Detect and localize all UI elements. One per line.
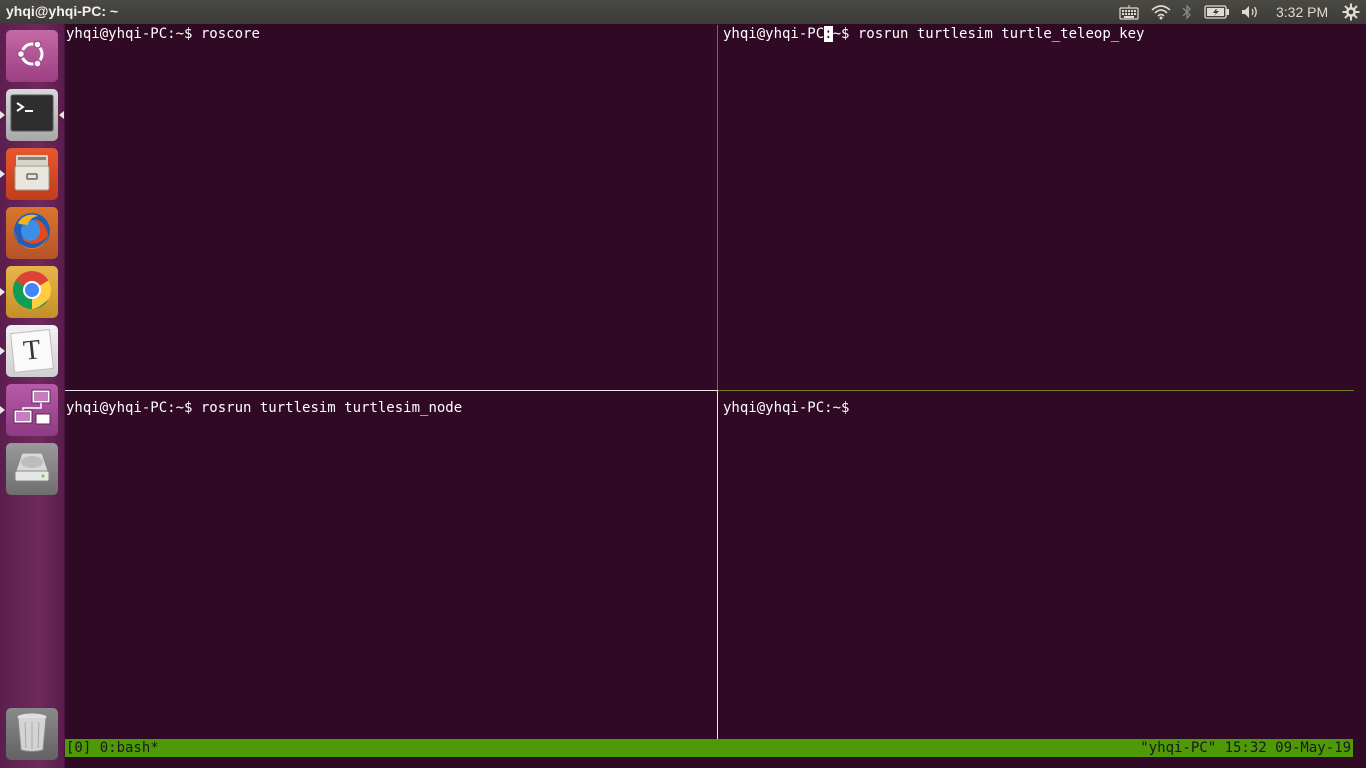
terminal-pane-empty[interactable]: yhqi@yhqi-PC:~$ [723, 399, 849, 417]
text-editor-icon: T [10, 329, 54, 373]
pane-divider-vertical-top[interactable] [717, 25, 718, 390]
prompt: yhqi@yhqi-PC [723, 26, 825, 42]
launcher-item-chrome[interactable] [6, 266, 58, 318]
focused-indicator [59, 111, 64, 119]
running-indicator [0, 406, 5, 414]
prompt: ~$ [832, 26, 850, 42]
ubuntu-logo-icon [12, 34, 52, 79]
top-panel: yhqi@yhqi-PC: ~ 3:32 PM [0, 0, 1366, 24]
launcher: T [0, 24, 65, 768]
hard-disk-icon [10, 447, 54, 492]
tmux-status-right: "yhqi-PC" 15:32 09-May-19 [1140, 740, 1351, 756]
pane-divider-horizontal-left[interactable] [65, 390, 718, 391]
prompt: yhqi@yhqi-PC:~$ [66, 26, 193, 42]
terminal-icon [10, 94, 54, 137]
running-indicator [0, 111, 5, 119]
launcher-item-remote-desktop[interactable] [6, 384, 58, 436]
terminal-pane-turtlesim[interactable]: yhqi@yhqi-PC:~$ rosrun turtlesim turtles… [66, 399, 462, 417]
launcher-item-terminal[interactable] [6, 89, 58, 141]
pane-divider-vertical-bottom[interactable] [717, 391, 718, 739]
running-indicator [0, 347, 5, 355]
tmux-window-list[interactable]: [0] 0:bash* [66, 739, 159, 757]
command: rosrun turtlesim turtlesim_node [192, 400, 463, 416]
terminal-pane-roscore[interactable]: yhqi@yhqi-PC:~$ roscore [66, 25, 260, 43]
launcher-item-text-editor[interactable]: T [6, 325, 58, 377]
launcher-item-dash[interactable] [6, 30, 58, 82]
window-title: yhqi@yhqi-PC: ~ [6, 3, 119, 19]
launcher-item-firefox[interactable] [6, 207, 58, 259]
file-cabinet-icon [12, 152, 52, 197]
battery-icon[interactable] [1203, 0, 1231, 24]
volume-icon[interactable] [1239, 0, 1261, 24]
text-cursor: : [824, 26, 833, 42]
terminal-pane-teleop[interactable]: yhqi@yhqi-PC:~$ rosrun turtlesim turtle_… [723, 25, 1144, 43]
pane-divider-horizontal-right[interactable] [718, 390, 1354, 391]
network-computers-icon [10, 386, 54, 435]
launcher-item-files[interactable] [6, 148, 58, 200]
command: rosrun turtlesim turtle_teleop_key [849, 26, 1145, 42]
clock[interactable]: 3:32 PM [1276, 4, 1328, 20]
chrome-icon [10, 268, 54, 317]
running-indicator [0, 288, 5, 296]
gear-icon[interactable] [1340, 0, 1362, 24]
tmux-status-bar: [0] 0:bash* "yhqi-PC" 15:32 09-May-19 [65, 739, 1353, 757]
wifi-icon[interactable] [1150, 0, 1172, 24]
bluetooth-icon[interactable] [1180, 0, 1194, 24]
prompt: yhqi@yhqi-PC:~$ [723, 400, 850, 416]
launcher-item-disk[interactable] [6, 443, 58, 495]
trash-icon [12, 710, 52, 759]
command: roscore [192, 26, 260, 42]
keyboard-icon[interactable] [1118, 0, 1140, 24]
running-indicator [0, 170, 5, 178]
prompt: yhqi@yhqi-PC:~$ [66, 400, 193, 416]
firefox-icon [10, 209, 54, 258]
launcher-item-trash[interactable] [6, 708, 58, 760]
